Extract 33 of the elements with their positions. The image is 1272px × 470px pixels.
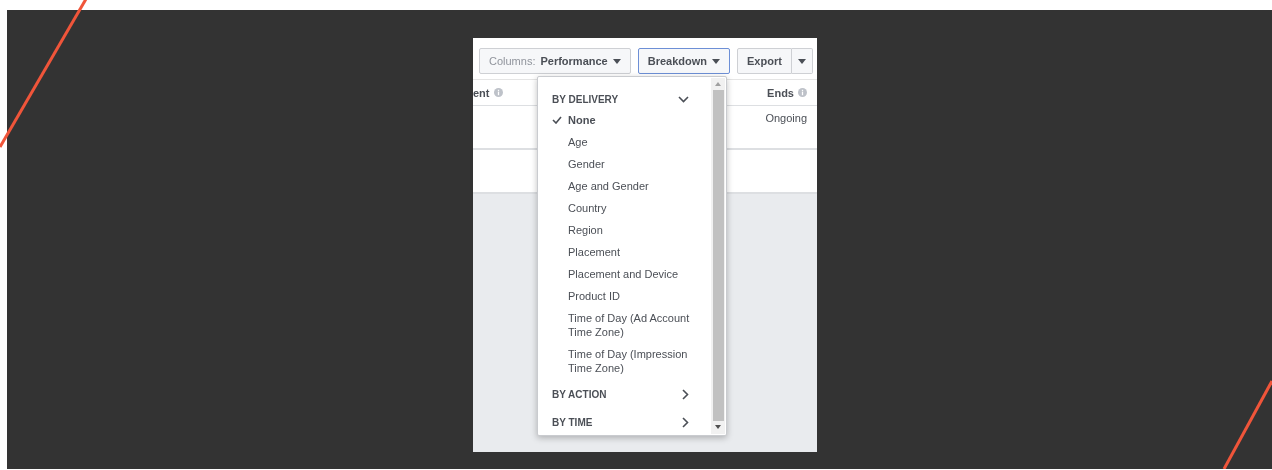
info-icon [493,88,503,97]
menu-item[interactable]: Gender [538,153,711,176]
menu-section-header[interactable]: BY ACTION [538,381,711,408]
menu-item[interactable]: Placement and Device [538,263,711,286]
menu-item[interactable]: Time of Day (Impression Time Zone) [538,343,711,380]
menu-item[interactable]: Product ID [538,285,711,308]
chevron-right-icon [682,416,689,428]
menu-section-header[interactable]: BY TIME [538,409,711,435]
menu-item[interactable]: Age and Gender [538,175,711,198]
export-button[interactable]: Export [737,48,792,74]
caret-icon [797,58,806,64]
menu-section-header[interactable]: BY DELIVERY [538,89,711,110]
menu-item[interactable]: None [538,109,711,132]
scroll-down-icon [715,425,721,429]
export-options-button[interactable] [791,48,813,74]
menu-item[interactable]: Placement [538,241,711,264]
chevron-right-icon [682,388,689,400]
columns-button[interactable]: Columns: Performance [479,48,631,74]
column-header[interactable]: ent [473,86,503,99]
menu-item[interactable]: Region [538,219,711,242]
menu-item[interactable]: Country [538,197,711,220]
menu-item[interactable]: Time of Day (Ad Account Time Zone) [538,307,711,344]
scroll-up-icon [715,82,721,86]
chevron-down-icon [678,95,689,103]
caret-icon [712,58,721,64]
column-header[interactable]: Ends [767,86,807,99]
caret-icon [612,58,621,64]
menu-item[interactable]: Age [538,131,711,154]
table-cell-text: Ongoing [765,112,807,126]
check-icon [552,116,562,125]
breakdown-button[interactable]: Breakdown [637,48,731,74]
scrollbar[interactable] [711,78,725,434]
info-icon [798,88,807,97]
